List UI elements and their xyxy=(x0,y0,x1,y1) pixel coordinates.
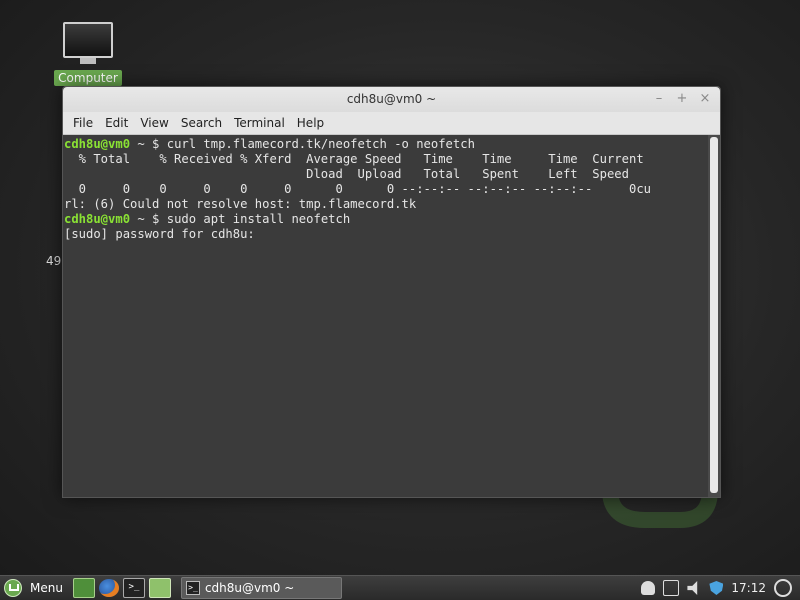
terminal-line-1: cdh8u@vm0 ~ $ curl tmp.flamecord.tk/neof… xyxy=(64,137,708,152)
show-desktop-icon[interactable] xyxy=(72,578,95,598)
monitor-icon xyxy=(63,22,113,58)
window-titlebar[interactable]: cdh8u@vm0 ~ – + × xyxy=(63,87,720,112)
shield-icon[interactable] xyxy=(709,581,724,595)
terminal-window[interactable]: cdh8u@vm0 ~ – + × File Edit View Search … xyxy=(62,86,721,498)
start-menu-button[interactable]: Menu xyxy=(0,576,69,600)
window-title: cdh8u@vm0 ~ xyxy=(346,92,437,106)
desktop-computer-icon[interactable]: Computer xyxy=(54,22,122,86)
menu-view[interactable]: View xyxy=(134,116,174,130)
mint-menu-icon xyxy=(4,579,22,597)
desktop-text-fragment: 49 xyxy=(46,254,62,268)
volume-icon[interactable] xyxy=(687,581,698,595)
terminal-output[interactable]: cdh8u@vm0 ~ $ curl tmp.flamecord.tk/neof… xyxy=(63,135,708,497)
terminal-line-7: [sudo] password for cdh8u: xyxy=(64,227,263,241)
close-button[interactable]: × xyxy=(698,91,712,107)
menu-file[interactable]: File xyxy=(67,116,99,130)
user-icon[interactable] xyxy=(641,581,656,595)
menu-terminal[interactable]: Terminal xyxy=(228,116,291,130)
desktop-icon-label: Computer xyxy=(54,70,122,86)
files-icon[interactable] xyxy=(148,578,171,598)
terminal-icon[interactable]: >_ xyxy=(122,578,145,598)
terminal-small-icon: >_ xyxy=(185,581,200,595)
menu-label: Menu xyxy=(30,581,63,595)
command-text: ~ $ curl tmp.flamecord.tk/neofetch -o ne… xyxy=(130,137,475,151)
menu-edit[interactable]: Edit xyxy=(99,116,134,130)
clock[interactable]: 17:12 xyxy=(731,581,766,595)
terminal-scrollbar[interactable] xyxy=(708,135,720,497)
terminal-line-6: cdh8u@vm0 ~ $ sudo apt install neofetch xyxy=(64,212,708,227)
prompt-user-host: cdh8u@vm0 xyxy=(64,137,131,151)
terminal-line-5: rl: (6) Could not resolve host: tmp.flam… xyxy=(64,197,417,211)
terminal-line-2: % Total % Received % Xferd Average Speed… xyxy=(64,152,644,166)
system-tray: 17:12 xyxy=(641,579,800,597)
taskbar: Menu >_ >_ cdh8u@vm0 ~ 17:12 xyxy=(0,575,800,600)
menu-search[interactable]: Search xyxy=(175,116,228,130)
minimize-button[interactable]: – xyxy=(652,91,666,107)
power-icon[interactable] xyxy=(774,579,792,597)
firefox-icon[interactable] xyxy=(98,579,119,597)
update-manager-icon[interactable] xyxy=(663,580,680,596)
menu-bar: File Edit View Search Terminal Help xyxy=(63,112,720,135)
maximize-button[interactable]: + xyxy=(675,91,689,107)
terminal-line-4: 0 0 0 0 0 0 0 0 --:--:-- --:--:-- --:--:… xyxy=(64,182,651,196)
taskbar-window-item[interactable]: >_ cdh8u@vm0 ~ xyxy=(180,577,342,599)
command-text: ~ $ sudo apt install neofetch xyxy=(130,212,351,226)
prompt-user-host: cdh8u@vm0 xyxy=(64,212,131,226)
scrollbar-thumb[interactable] xyxy=(710,137,718,493)
taskbar-window-label: cdh8u@vm0 ~ xyxy=(204,581,295,595)
terminal-line-3: Dload Upload Total Spent Left Speed xyxy=(64,167,629,181)
menu-help[interactable]: Help xyxy=(291,116,330,130)
